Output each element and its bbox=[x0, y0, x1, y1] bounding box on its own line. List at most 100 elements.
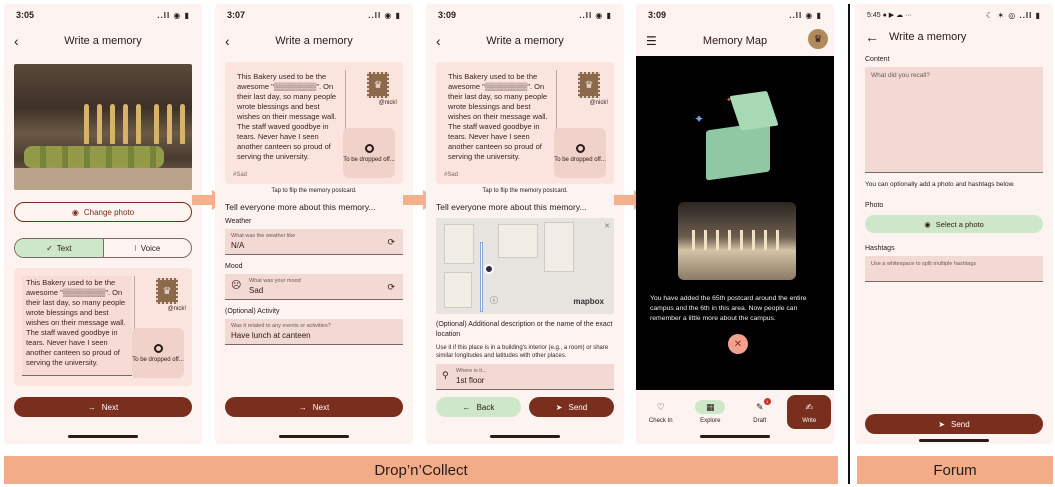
back-arrow-icon[interactable]: ‹ bbox=[436, 33, 450, 49]
weather-field[interactable]: What was the weather like N/A ⟳ bbox=[225, 229, 403, 255]
nav-label: Write bbox=[802, 418, 817, 424]
status-icons: ..ll ◉ ▮ bbox=[789, 10, 822, 20]
menu-icon[interactable]: ☰ bbox=[646, 34, 657, 48]
mood-label: Mood bbox=[225, 263, 243, 270]
section-title: Tell everyone more about this memory... bbox=[225, 202, 376, 212]
tab-text-label: Text bbox=[56, 243, 72, 253]
screen-write-memory-3: 3:09 ..ll ◉ ▮ ‹ Write a memory This Bake… bbox=[426, 4, 624, 444]
status-bar: 3:07 ..ll ◉ ▮ bbox=[215, 4, 413, 26]
hashtags-input[interactable]: Use a whitespace to split multiple hasht… bbox=[865, 256, 1043, 282]
photo-label: Photo bbox=[865, 202, 884, 209]
where-placeholder: Where is it... bbox=[456, 368, 487, 374]
back-arrow-icon[interactable]: ‹ bbox=[14, 33, 28, 49]
nav-label: Check In bbox=[648, 418, 673, 424]
success-message: You have added the 65th postcard around … bbox=[650, 295, 807, 322]
drop-off-location-button[interactable]: To be dropped off... bbox=[132, 328, 184, 378]
memory-postcard[interactable]: This Bakery used to be the awesome "▒▒▒▒… bbox=[436, 62, 614, 184]
activity-value: Have lunch at canteen bbox=[231, 331, 311, 340]
weather-placeholder: What was the weather like bbox=[231, 233, 296, 239]
refresh-icon[interactable]: ⟳ bbox=[387, 282, 395, 293]
location-map[interactable]: ✕ ⓘ mapbox bbox=[436, 218, 614, 314]
hashtags-label: Hashtags bbox=[865, 245, 895, 252]
stamp-avatar-icon: ♛ bbox=[156, 278, 178, 304]
home-indicator bbox=[919, 439, 989, 442]
info-icon[interactable]: ⓘ bbox=[490, 295, 498, 306]
weather-label: Weather bbox=[225, 218, 252, 225]
nav-explore[interactable]: ▦ Explore bbox=[688, 400, 732, 424]
tab-voice[interactable]: ⁝ Voice bbox=[104, 239, 192, 257]
mood-value: Sad bbox=[249, 286, 264, 295]
refresh-icon[interactable]: ⟳ bbox=[387, 237, 395, 248]
nav-label: Draft bbox=[753, 418, 767, 424]
select-photo-label: Select a photo bbox=[935, 219, 984, 229]
tab-voice-label: Voice bbox=[140, 243, 161, 253]
arrow-left-icon: ← bbox=[462, 402, 471, 412]
send-icon: ➤ bbox=[555, 402, 563, 412]
drop-off-label: To be dropped off... bbox=[343, 156, 395, 163]
stamp-avatar-icon: ♛ bbox=[367, 72, 389, 98]
status-time: 5:45 bbox=[867, 12, 881, 19]
screen-write-memory-2: 3:07 ..ll ◉ ▮ ‹ Write a memory This Bake… bbox=[215, 4, 413, 444]
optional-note: You can optionally add a photo and hasht… bbox=[865, 181, 1015, 188]
nav-draft[interactable]: ✎ 1 Draft bbox=[738, 398, 782, 424]
content-input[interactable]: What did you recall? bbox=[865, 67, 1043, 173]
status-icons: ..ll ◉ ▮ bbox=[579, 10, 612, 20]
tab-text[interactable]: ✓ Text bbox=[15, 239, 104, 257]
map-icon: ▦ bbox=[695, 400, 726, 414]
location-target-icon bbox=[364, 143, 374, 153]
back-arrow-icon[interactable]: ← bbox=[865, 29, 879, 45]
location-marker-icon[interactable] bbox=[484, 264, 494, 274]
status-icons: ..ll ◉ ▮ bbox=[157, 10, 190, 20]
location-description: Use it if this place is in a building's … bbox=[436, 345, 609, 359]
change-photo-button[interactable]: ◉ Change photo bbox=[14, 202, 192, 222]
close-button[interactable]: ✕ bbox=[728, 334, 748, 354]
send-button[interactable]: ➤ Send bbox=[529, 397, 614, 417]
heart-icon: ♡ bbox=[656, 401, 665, 412]
activity-placeholder: Was it related to any events or activiti… bbox=[231, 323, 331, 329]
memory-text: This Bakery used to be the awesome "▒▒▒▒… bbox=[448, 72, 548, 161]
map-logo: mapbox bbox=[573, 297, 604, 306]
status-time: 3:07 bbox=[227, 10, 246, 20]
page-title: Write a memory bbox=[64, 35, 142, 47]
status-time: 3:05 bbox=[16, 10, 35, 20]
drop-off-location-button[interactable]: To be dropped off... bbox=[554, 128, 606, 178]
photo-icon: ◉ bbox=[924, 219, 931, 229]
figure: 3:05 ..ll ◉ ▮ ‹ Write a memory ◉ Change … bbox=[0, 0, 1055, 487]
mood-field[interactable]: ☹ What was your mood Sad ⟳ bbox=[225, 274, 403, 300]
home-indicator bbox=[68, 435, 138, 438]
location-target-icon bbox=[575, 143, 585, 153]
memory-postcard[interactable]: This Bakery used to be the awesome "▒▒▒▒… bbox=[225, 62, 403, 184]
back-button[interactable]: ← Back bbox=[436, 397, 521, 417]
success-overlay: ✦ ✦ You have added the 65th postcard aro… bbox=[636, 56, 834, 390]
location-label: (Optional) Additional description or the… bbox=[436, 321, 613, 338]
send-button[interactable]: ➤ Send bbox=[865, 414, 1043, 434]
status-time: 3:09 bbox=[438, 10, 457, 20]
user-handle: @nick! bbox=[378, 100, 397, 106]
nav-write[interactable]: ✍ Write bbox=[787, 395, 832, 429]
home-indicator bbox=[490, 435, 560, 438]
drop-off-location-button[interactable]: To be dropped off... bbox=[343, 128, 395, 178]
where-field[interactable]: ⚲ Where is it... 1st floor bbox=[436, 364, 614, 390]
nav-label: Explore bbox=[700, 418, 721, 424]
avatar[interactable]: ♛ bbox=[808, 29, 828, 49]
where-value: 1st floor bbox=[456, 376, 485, 385]
close-icon[interactable]: ✕ bbox=[604, 222, 610, 230]
page-title: Write a memory bbox=[889, 31, 967, 43]
app-bar: ‹ Write a memory bbox=[426, 26, 624, 56]
memory-postcard[interactable]: This Bakery used to be the awesome "▒▒▒▒… bbox=[14, 268, 192, 386]
memory-text-input[interactable]: This Bakery used to be the awesome "▒▒▒▒… bbox=[22, 276, 132, 376]
activity-field[interactable]: Was it related to any events or activiti… bbox=[225, 319, 403, 345]
status-icons: ..ll ◉ ▮ bbox=[368, 10, 401, 20]
page-title: Write a memory bbox=[275, 35, 353, 47]
next-button[interactable]: → Next bbox=[14, 397, 192, 417]
nav-check-in[interactable]: ♡ Check In bbox=[639, 400, 683, 425]
user-handle: @nick! bbox=[167, 306, 186, 312]
back-arrow-icon[interactable]: ‹ bbox=[225, 33, 239, 49]
send-label: Send bbox=[951, 419, 970, 429]
draft-count-badge: 1 bbox=[763, 398, 771, 405]
app-bar: ☰ Memory Map ♛ bbox=[636, 26, 834, 56]
next-button[interactable]: → Next bbox=[225, 397, 403, 417]
select-photo-button[interactable]: ◉ Select a photo bbox=[865, 215, 1043, 233]
section-label-drop-n-collect: Drop’n’Collect bbox=[4, 456, 838, 484]
waveform-icon: ⁝ bbox=[134, 243, 137, 253]
